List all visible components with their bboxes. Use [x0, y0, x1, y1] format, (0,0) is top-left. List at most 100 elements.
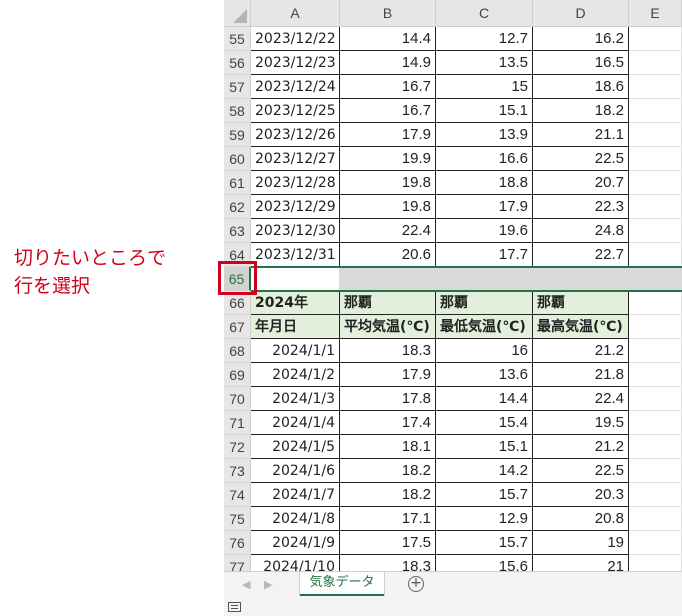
row-number[interactable]: 71	[224, 411, 251, 435]
cell-c[interactable]: 13.5	[436, 51, 533, 75]
column-header-c[interactable]: C	[436, 0, 533, 27]
cell-d[interactable]: 24.8	[533, 219, 629, 243]
cell-a[interactable]: 2024/1/8	[251, 507, 340, 531]
table-row[interactable]: 57 2023/12/24 16.7 15 18.6	[224, 75, 682, 99]
cell-e[interactable]	[629, 27, 682, 51]
cell-c[interactable]: 12.7	[436, 27, 533, 51]
row-number[interactable]: 70	[224, 387, 251, 411]
column-header-e[interactable]: E	[629, 0, 682, 27]
cell-d[interactable]: 20.8	[533, 507, 629, 531]
cell-b[interactable]: 平均気温(℃)	[340, 315, 436, 339]
column-header-d[interactable]: D	[533, 0, 629, 27]
cell-e[interactable]	[629, 531, 682, 555]
cell-c[interactable]	[436, 267, 533, 291]
cell-c[interactable]: 17.9	[436, 195, 533, 219]
cell-d[interactable]: 22.7	[533, 243, 629, 267]
cell-e[interactable]	[629, 411, 682, 435]
cell-e[interactable]	[629, 243, 682, 267]
cell-e[interactable]	[629, 459, 682, 483]
cell-b[interactable]: 17.8	[340, 387, 436, 411]
cell-a[interactable]	[251, 267, 340, 291]
cell-e[interactable]	[629, 315, 682, 339]
cell-b[interactable]: 19.8	[340, 171, 436, 195]
cell-e[interactable]	[629, 123, 682, 147]
table-row[interactable]: 56 2023/12/23 14.9 13.5 16.5	[224, 51, 682, 75]
cell-d[interactable]: 18.2	[533, 99, 629, 123]
add-sheet-icon[interactable]: +	[408, 576, 424, 592]
cell-c[interactable]: 13.9	[436, 123, 533, 147]
table-row[interactable]: 55 2023/12/22 14.4 12.7 16.2	[224, 27, 682, 51]
cell-d[interactable]: 21.8	[533, 363, 629, 387]
cell-d[interactable]: 最高気温(℃)	[533, 315, 629, 339]
row-number[interactable]: 60	[224, 147, 251, 171]
cell-d[interactable]: 20.3	[533, 483, 629, 507]
cell-d[interactable]: 20.7	[533, 171, 629, 195]
cell-a[interactable]: 2024/1/1	[251, 339, 340, 363]
row-number[interactable]: 61	[224, 171, 251, 195]
cell-a[interactable]: 2024/1/3	[251, 387, 340, 411]
table-row[interactable]: 62 2023/12/29 19.8 17.9 22.3	[224, 195, 682, 219]
cell-e[interactable]	[629, 147, 682, 171]
cell-a[interactable]: 2024/1/7	[251, 483, 340, 507]
cell-a[interactable]: 2023/12/27	[251, 147, 340, 171]
cell-d[interactable]: 16.2	[533, 27, 629, 51]
cell-e[interactable]	[629, 507, 682, 531]
cell-b[interactable]: 16.7	[340, 99, 436, 123]
cell-e[interactable]	[629, 75, 682, 99]
cell-e[interactable]	[629, 435, 682, 459]
cell-c[interactable]: 15.1	[436, 99, 533, 123]
row-number[interactable]: 76	[224, 531, 251, 555]
next-sheet-icon[interactable]: ▶	[264, 579, 276, 591]
cell-b[interactable]: 17.9	[340, 363, 436, 387]
cell-b[interactable]: 18.1	[340, 435, 436, 459]
cell-b[interactable]: 那覇	[340, 291, 436, 315]
prev-sheet-icon[interactable]: ◀	[242, 579, 254, 591]
cell-a[interactable]: 2023/12/30	[251, 219, 340, 243]
cell-a[interactable]: 2024/1/5	[251, 435, 340, 459]
row-number[interactable]: 74	[224, 483, 251, 507]
cell-e[interactable]	[629, 195, 682, 219]
row-number[interactable]: 58	[224, 99, 251, 123]
cell-b[interactable]: 14.9	[340, 51, 436, 75]
cell-b[interactable]: 17.1	[340, 507, 436, 531]
cell-b[interactable]: 19.9	[340, 147, 436, 171]
cell-d[interactable]: 21.2	[533, 435, 629, 459]
cell-c[interactable]: 12.9	[436, 507, 533, 531]
row-number[interactable]: 73	[224, 459, 251, 483]
cell-b[interactable]: 17.9	[340, 123, 436, 147]
cell-d[interactable]: 22.5	[533, 459, 629, 483]
table-row[interactable]: 66 2024年 那覇 那覇 那覇	[224, 291, 682, 315]
table-row[interactable]: 72 2024/1/5 18.1 15.1 21.2	[224, 435, 682, 459]
cell-d[interactable]: 21.2	[533, 339, 629, 363]
cell-e[interactable]	[629, 51, 682, 75]
cell-d[interactable]: 18.6	[533, 75, 629, 99]
table-row[interactable]: 76 2024/1/9 17.5 15.7 19	[224, 531, 682, 555]
cell-c[interactable]: 那覇	[436, 291, 533, 315]
row-number[interactable]: 69	[224, 363, 251, 387]
table-row[interactable]: 70 2024/1/3 17.8 14.4 22.4	[224, 387, 682, 411]
cell-d[interactable]: 22.5	[533, 147, 629, 171]
cell-d[interactable]: 22.4	[533, 387, 629, 411]
cell-c[interactable]: 17.7	[436, 243, 533, 267]
row-number[interactable]: 57	[224, 75, 251, 99]
cell-a[interactable]: 2024/1/2	[251, 363, 340, 387]
row-number[interactable]: 56	[224, 51, 251, 75]
cell-c[interactable]: 15.7	[436, 531, 533, 555]
cell-b[interactable]: 18.2	[340, 483, 436, 507]
cell-e[interactable]	[629, 267, 682, 291]
cell-c[interactable]: 15.1	[436, 435, 533, 459]
cell-b[interactable]: 19.8	[340, 195, 436, 219]
row-number[interactable]: 67	[224, 315, 251, 339]
cell-b[interactable]: 22.4	[340, 219, 436, 243]
row-number[interactable]: 68	[224, 339, 251, 363]
cell-b[interactable]: 18.3	[340, 339, 436, 363]
cell-e[interactable]	[629, 291, 682, 315]
cell-b[interactable]: 17.5	[340, 531, 436, 555]
cell-a[interactable]: 2023/12/29	[251, 195, 340, 219]
cell-b[interactable]: 18.2	[340, 459, 436, 483]
cell-a[interactable]: 2023/12/26	[251, 123, 340, 147]
cell-d[interactable]: 16.5	[533, 51, 629, 75]
cell-a[interactable]: 2023/12/25	[251, 99, 340, 123]
cell-a[interactable]: 2024年	[251, 291, 340, 315]
cell-e[interactable]	[629, 171, 682, 195]
